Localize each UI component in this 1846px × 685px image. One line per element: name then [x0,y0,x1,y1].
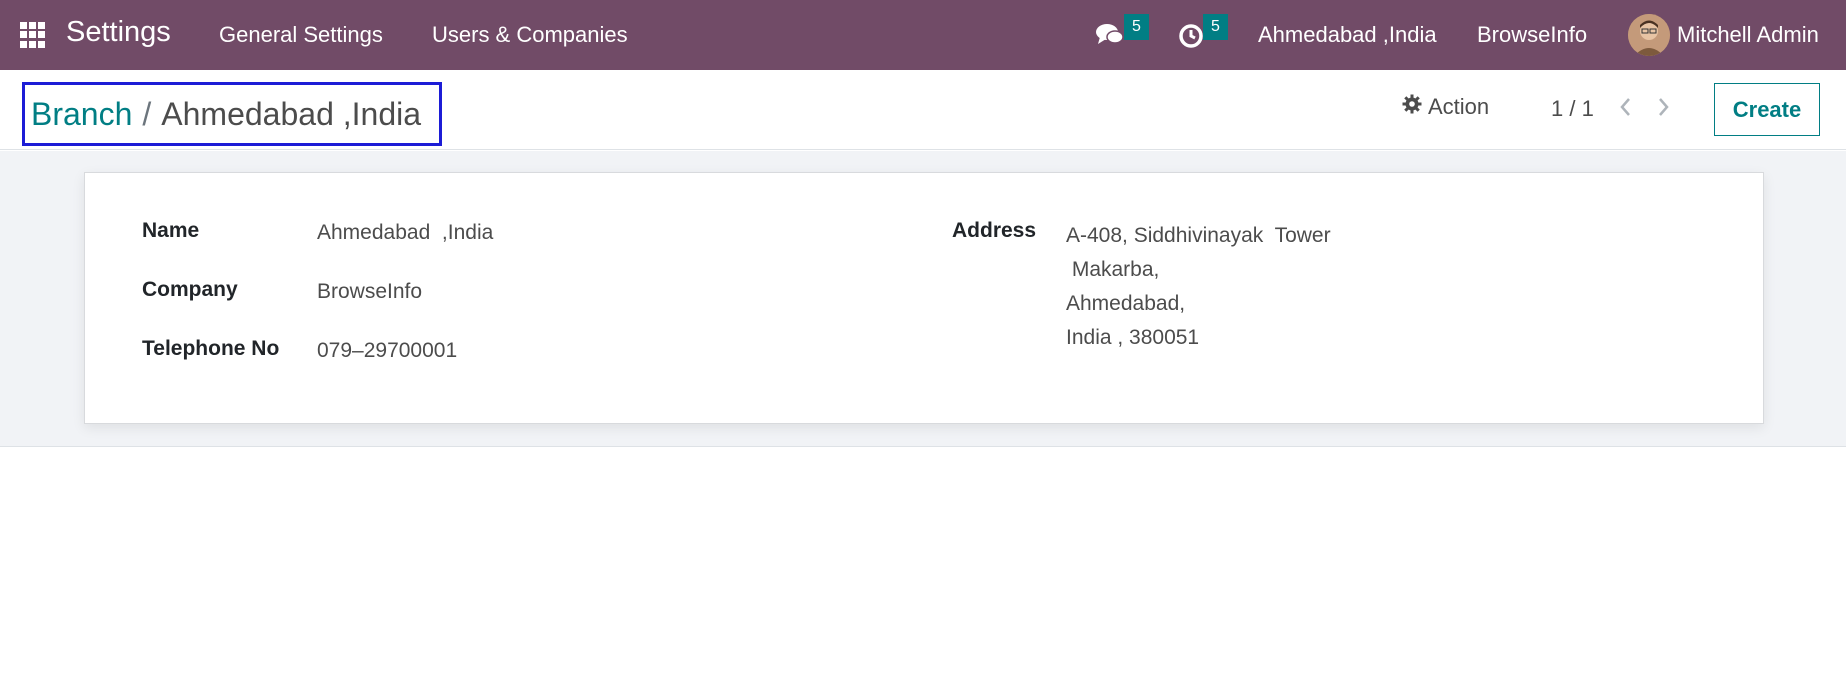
activities-count-badge: 5 [1203,14,1228,40]
form-view-area: Name Ahmedabad ,India Company BrowseInfo… [0,151,1846,447]
form-sheet: Name Ahmedabad ,India Company BrowseInfo… [84,172,1764,424]
user-avatar[interactable] [1628,14,1670,56]
chat-bubbles-icon[interactable] [1095,20,1125,50]
messages-count-badge: 5 [1124,14,1149,40]
address-label: Address [952,219,1037,242]
telephone-field[interactable]: 079–29700001 [317,339,457,363]
address-field[interactable]: A-408, Siddhivinayak Tower Makarba, Ahme… [1066,219,1331,355]
chevron-right-icon[interactable] [1657,96,1671,124]
company-switcher[interactable]: BrowseInfo [1477,22,1587,48]
breadcrumb-branch-link[interactable]: Branch [31,96,132,133]
top-navbar: Settings General Settings Users & Compan… [0,0,1846,70]
breadcrumb: Branch / Ahmedabad ,India [22,82,442,146]
pager-value[interactable]: 1 / 1 [1551,96,1594,122]
apps-grid-icon[interactable] [20,22,46,48]
create-button[interactable]: Create [1714,83,1820,136]
menu-users-companies[interactable]: Users & Companies [432,22,628,48]
company-field[interactable]: BrowseInfo [317,280,422,304]
telephone-label: Telephone No [142,337,280,360]
company-label: Company [142,278,238,301]
control-panel: Branch / Ahmedabad ,India Action 1 / 1 C… [0,70,1846,150]
chevron-left-icon[interactable] [1618,96,1632,124]
user-menu[interactable]: Mitchell Admin [1677,22,1819,48]
branch-switcher[interactable]: Ahmedabad ,India [1258,22,1437,48]
name-field[interactable]: Ahmedabad ,India [317,221,493,245]
breadcrumb-current: Ahmedabad ,India [161,95,422,132]
menu-general-settings[interactable]: General Settings [219,22,383,48]
action-label: Action [1428,94,1490,119]
breadcrumb-separator: / [142,95,152,132]
gear-icon [1402,94,1422,120]
name-label: Name [142,219,200,242]
action-menu-button[interactable]: Action [1402,94,1489,120]
app-title[interactable]: Settings [66,16,171,49]
